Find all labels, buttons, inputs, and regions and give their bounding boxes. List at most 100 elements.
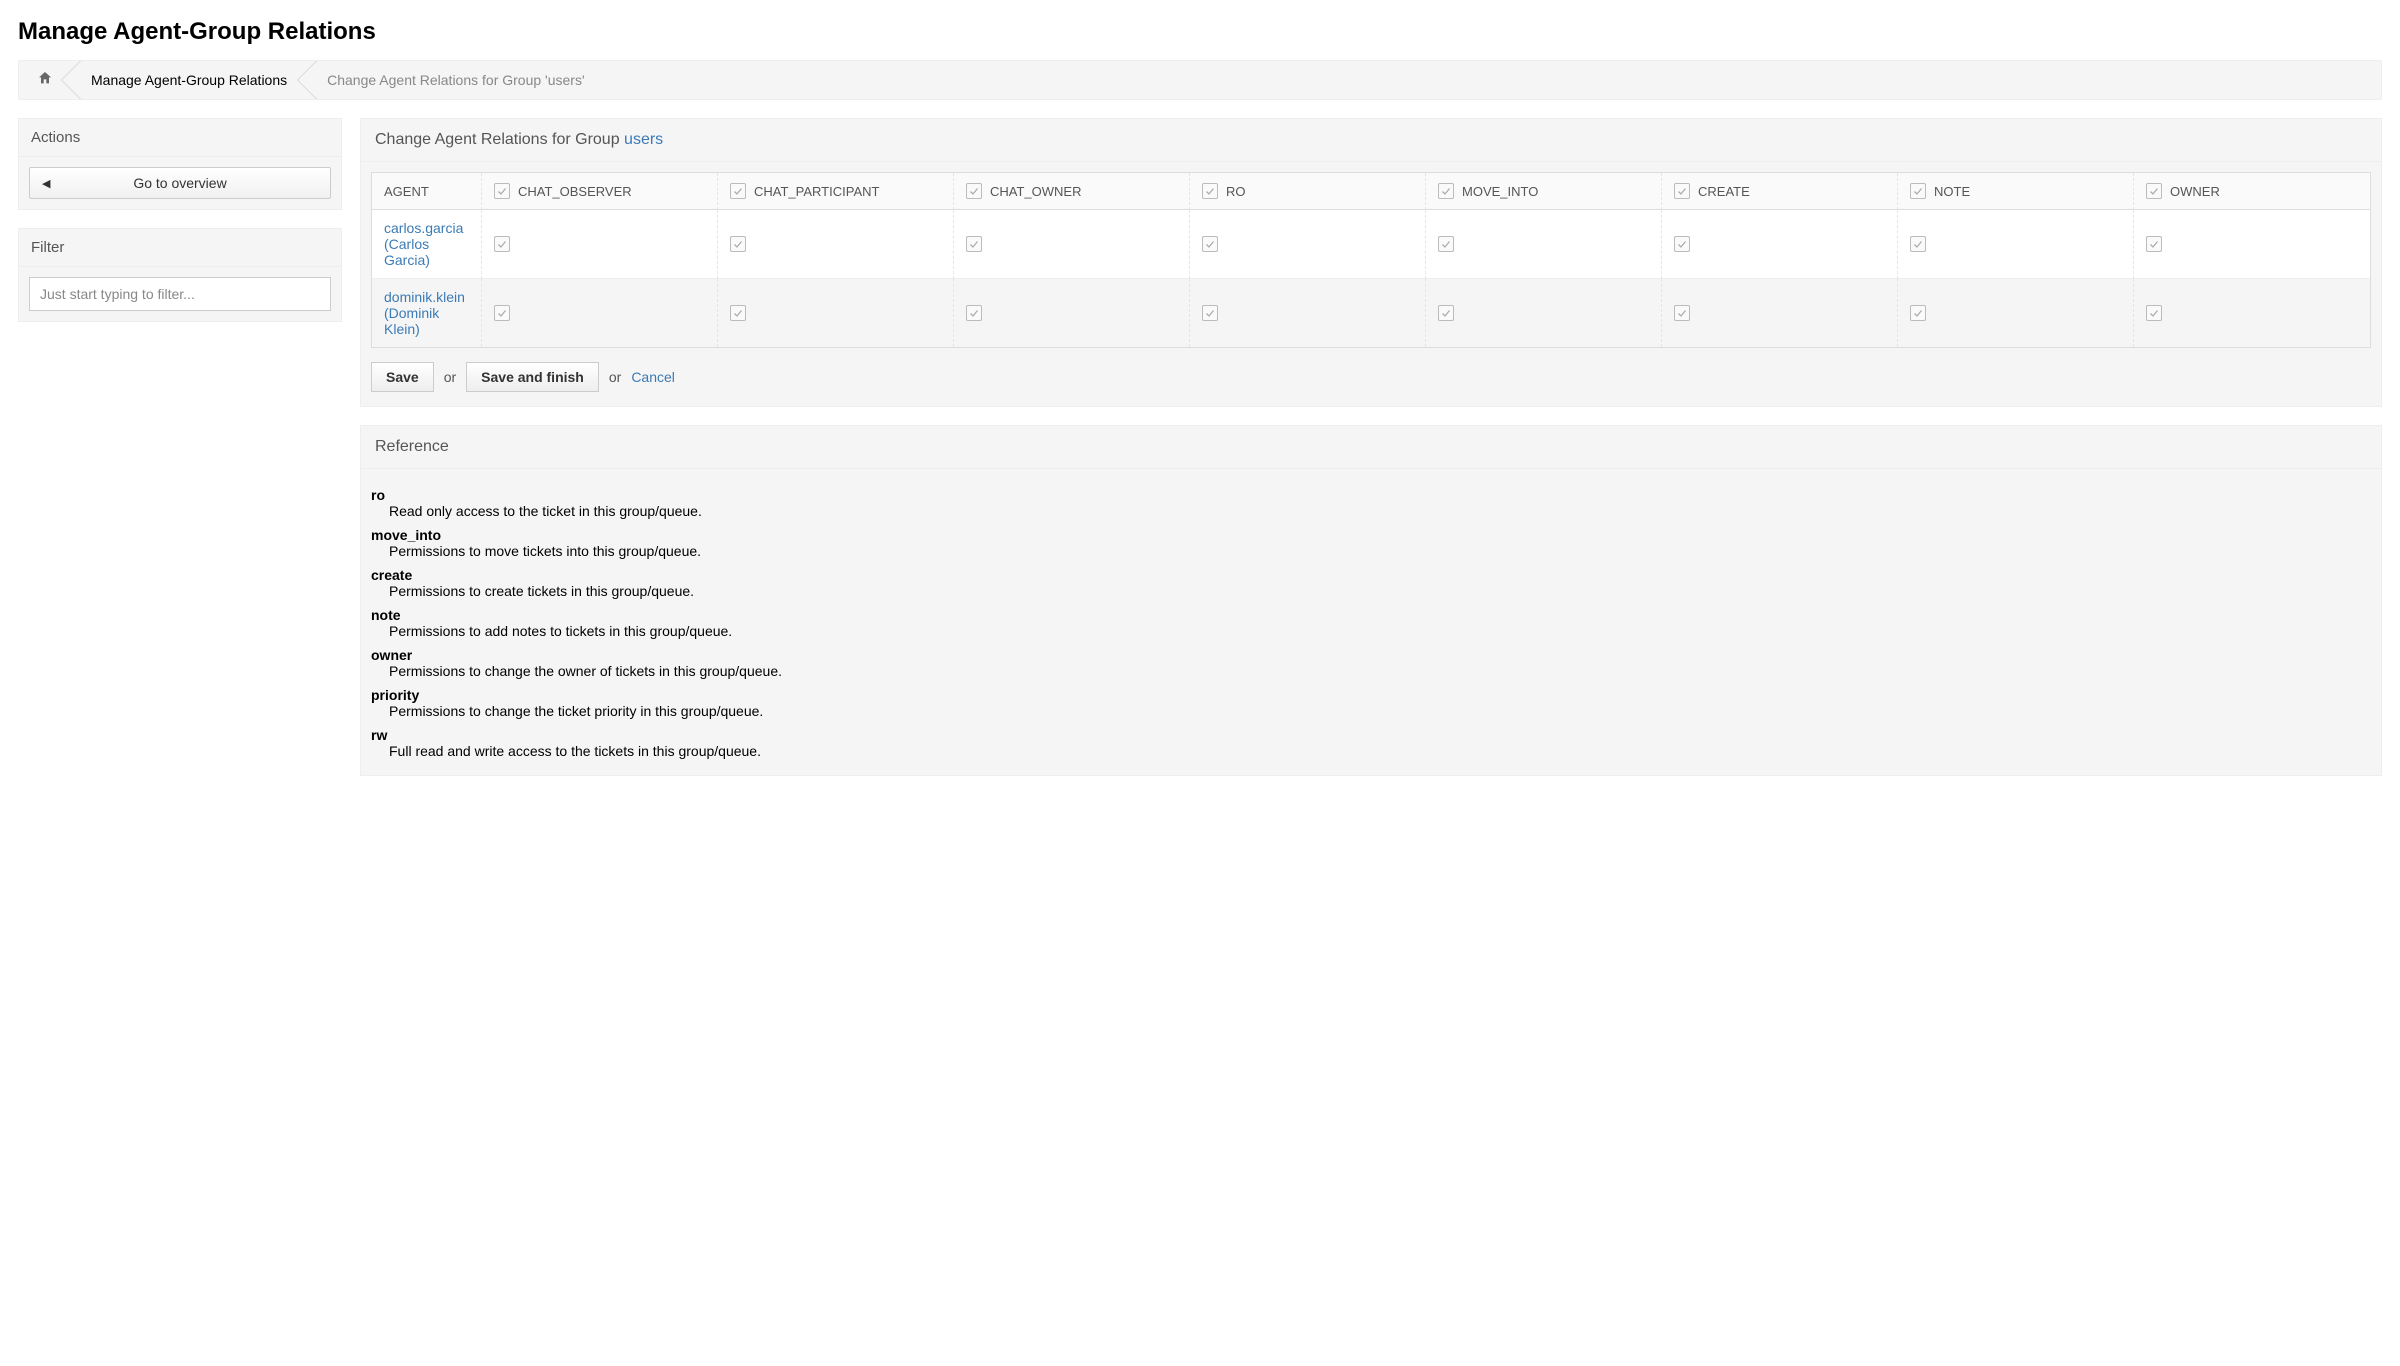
permission-cell [954,210,1190,279]
go-to-overview-button[interactable]: ◀ Go to overview [29,167,331,199]
permission-cell [954,279,1190,347]
table-header-permission: CHAT_OWNER [954,173,1190,210]
permission-checkbox[interactable] [966,236,982,252]
permission-checkbox[interactable] [730,305,746,321]
column-label: RO [1226,184,1246,199]
permission-cell [482,210,718,279]
select-all-chat_observer-checkbox[interactable] [494,183,510,199]
select-all-note-checkbox[interactable] [1910,183,1926,199]
actions-panel-title: Actions [19,119,341,157]
reference-desc: Read only access to the ticket in this g… [389,503,2371,519]
save-button[interactable]: Save [371,362,434,392]
go-to-overview-label: Go to overview [133,175,226,191]
reference-term: rw [371,727,2371,743]
cancel-link[interactable]: Cancel [631,369,675,385]
table-header-permission: RO [1190,173,1426,210]
table-header-permission: CHAT_OBSERVER [482,173,718,210]
reference-desc: Permissions to change the owner of ticke… [389,663,2371,679]
permission-checkbox[interactable] [1202,305,1218,321]
agent-link[interactable]: dominik.klein(Dominik Klein) [384,289,469,337]
permission-cell [718,210,954,279]
permission-checkbox[interactable] [1910,236,1926,252]
relations-header-prefix: Change Agent Relations for Group [375,131,624,148]
permission-checkbox[interactable] [1438,305,1454,321]
column-label: CHAT_PARTICIPANT [754,184,879,199]
column-label: CREATE [1698,184,1750,199]
permission-checkbox[interactable] [2146,305,2162,321]
reference-desc: Permissions to change the ticket priorit… [389,703,2371,719]
table-header-permission: OWNER [2134,173,2370,210]
permission-cell [1190,279,1426,347]
filter-panel: Filter [18,228,342,322]
column-label: CHAT_OBSERVER [518,184,632,199]
permission-checkbox[interactable] [1202,236,1218,252]
column-label: CHAT_OWNER [990,184,1081,199]
relations-panel-title: Change Agent Relations for Group users [361,119,2381,162]
permission-cell [718,279,954,347]
reference-term: move_into [371,527,2371,543]
breadcrumb-label: Manage Agent-Group Relations [91,72,287,88]
select-all-chat_participant-checkbox[interactable] [730,183,746,199]
permission-checkbox[interactable] [1910,305,1926,321]
permission-checkbox[interactable] [1438,236,1454,252]
select-all-owner-checkbox[interactable] [2146,183,2162,199]
permission-cell [1898,279,2134,347]
permission-cell [2134,210,2370,279]
relations-panel: Change Agent Relations for Group users A… [360,118,2382,407]
or-text: or [444,369,456,385]
permission-checkbox[interactable] [494,305,510,321]
permission-checkbox[interactable] [2146,236,2162,252]
reference-desc: Permissions to create tickets in this gr… [389,583,2371,599]
table-row: dominik.klein(Dominik Klein) [372,279,2370,347]
reference-term: priority [371,687,2371,703]
column-label: MOVE_INTO [1462,184,1538,199]
breadcrumb: Manage Agent-Group Relations Change Agen… [18,60,2382,100]
permission-cell [1898,210,2134,279]
reference-term: create [371,567,2371,583]
column-label: NOTE [1934,184,1970,199]
table-header-permission: CREATE [1662,173,1898,210]
chevron-left-icon: ◀ [42,177,50,190]
select-all-create-checkbox[interactable] [1674,183,1690,199]
filter-panel-title: Filter [19,229,341,267]
permission-cell [1190,210,1426,279]
group-link[interactable]: users [624,131,663,148]
reference-list: roRead only access to the ticket in this… [371,487,2371,759]
permissions-table: AGENT CHAT_OBSERVER CHAT_PARTICIPANT CHAT_O… [371,172,2371,348]
table-header-permission: CHAT_PARTICIPANT [718,173,954,210]
permission-checkbox[interactable] [966,305,982,321]
home-icon [37,70,53,91]
select-all-chat_owner-checkbox[interactable] [966,183,982,199]
table-row: carlos.garcia(Carlos Garcia) [372,210,2370,279]
breadcrumb-home[interactable] [19,61,71,99]
permission-cell [1662,210,1898,279]
save-finish-button[interactable]: Save and finish [466,362,599,392]
reference-desc: Permissions to add notes to tickets in t… [389,623,2371,639]
breadcrumb-item-current: Change Agent Relations for Group 'users' [307,61,605,99]
permission-cell [2134,279,2370,347]
permission-cell [1426,279,1662,347]
table-header-agent: AGENT [372,173,482,210]
table-header-permission: MOVE_INTO [1426,173,1662,210]
actions-panel: Actions ◀ Go to overview [18,118,342,210]
permission-cell [1662,279,1898,347]
agent-cell: carlos.garcia(Carlos Garcia) [372,210,482,279]
reference-panel-title: Reference [361,426,2381,469]
agent-link[interactable]: carlos.garcia(Carlos Garcia) [384,220,469,268]
permission-checkbox[interactable] [494,236,510,252]
filter-input[interactable] [29,277,331,311]
breadcrumb-item-manage[interactable]: Manage Agent-Group Relations [71,61,307,99]
select-all-move_into-checkbox[interactable] [1438,183,1454,199]
permission-checkbox[interactable] [1674,236,1690,252]
reference-desc: Permissions to move tickets into this gr… [389,543,2371,559]
select-all-ro-checkbox[interactable] [1202,183,1218,199]
column-label: OWNER [2170,184,2220,199]
action-bar: Save or Save and finish or Cancel [371,348,2371,396]
permission-cell [482,279,718,347]
reference-desc: Full read and write access to the ticket… [389,743,2371,759]
breadcrumb-label: Change Agent Relations for Group 'users' [327,72,585,88]
or-text: or [609,369,621,385]
table-header-permission: NOTE [1898,173,2134,210]
permission-checkbox[interactable] [730,236,746,252]
permission-checkbox[interactable] [1674,305,1690,321]
